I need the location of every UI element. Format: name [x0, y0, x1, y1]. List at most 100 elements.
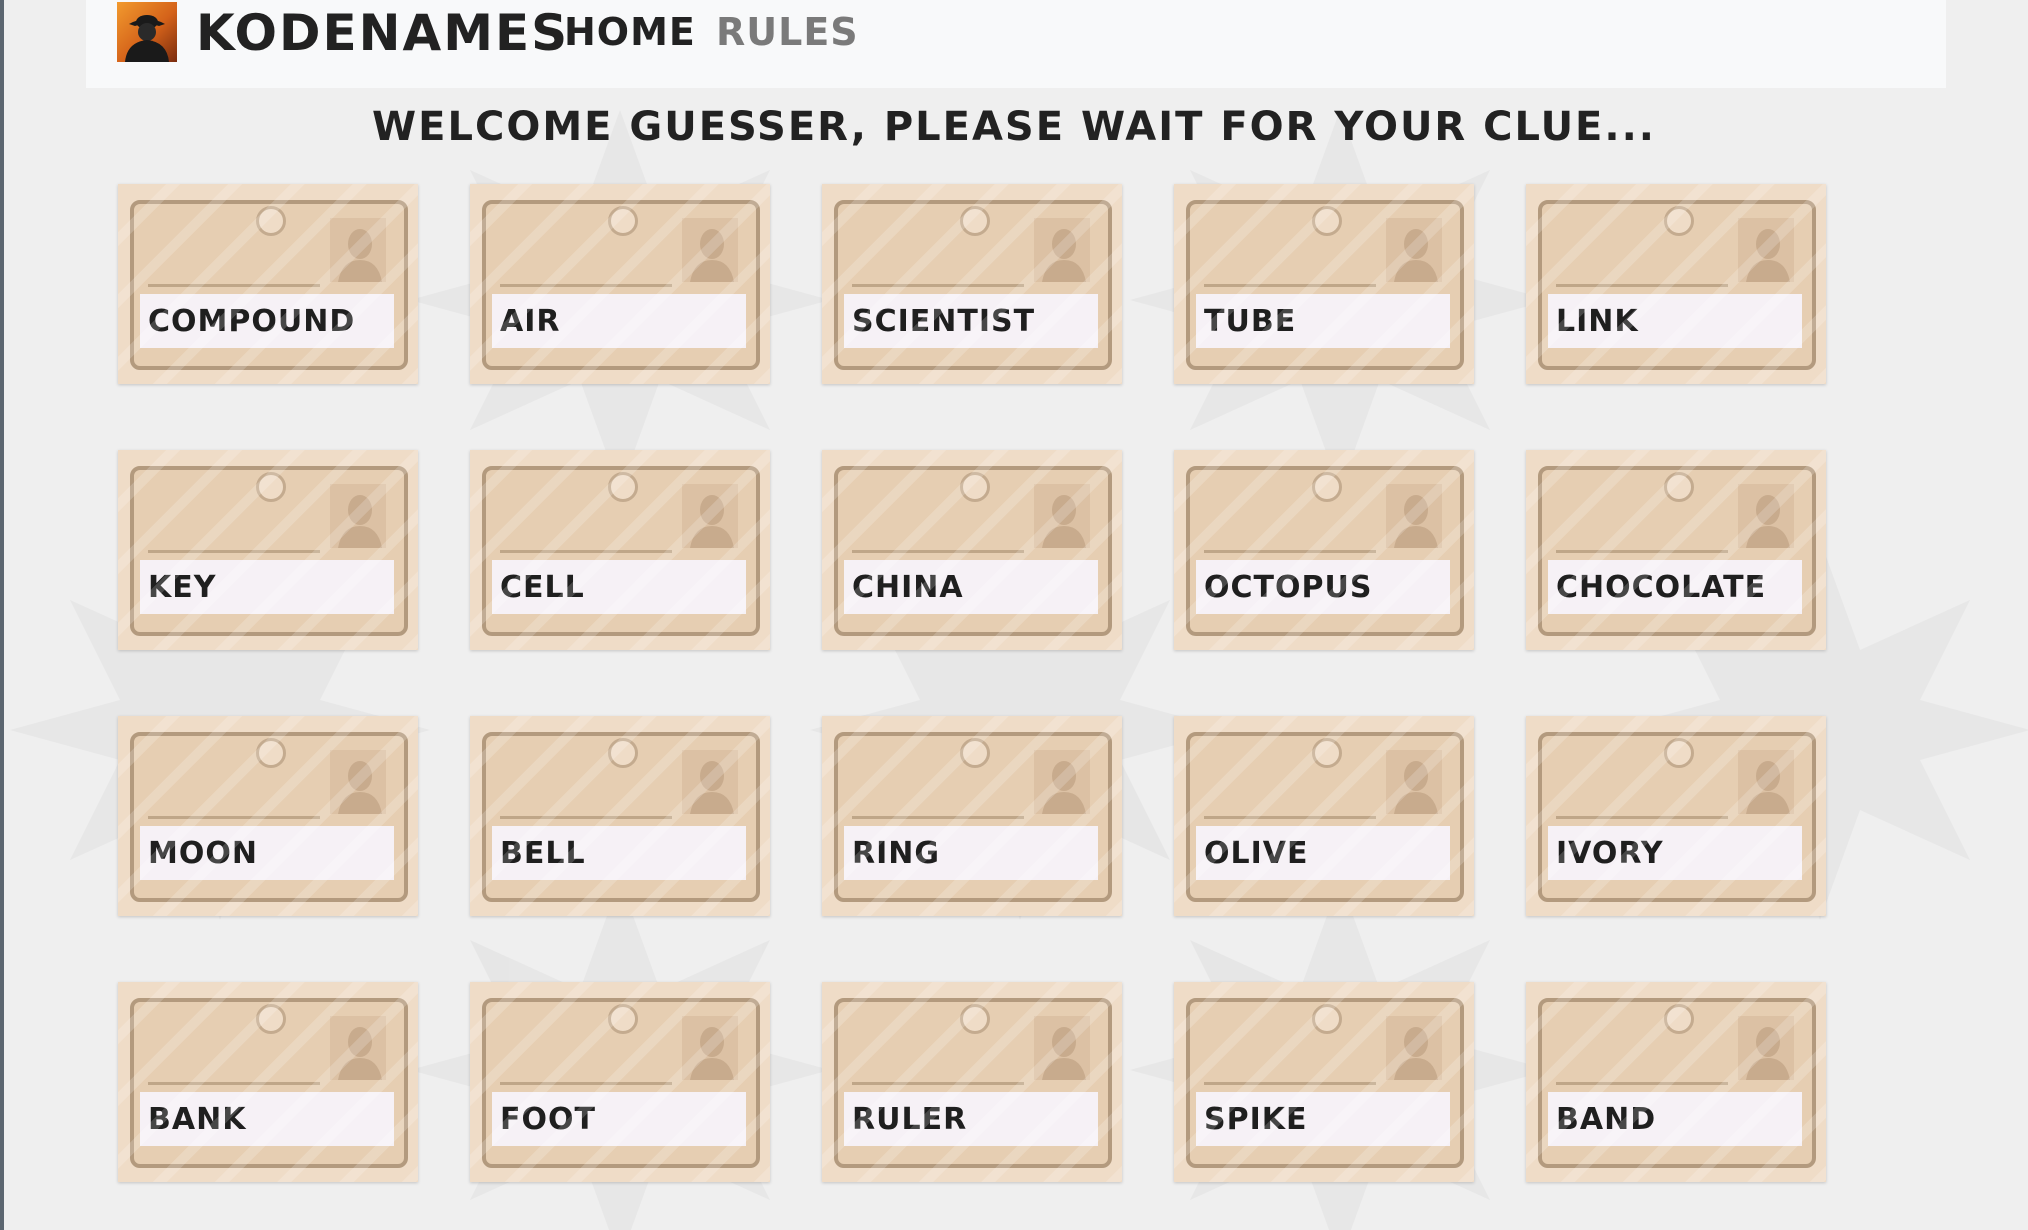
- person-silhouette-icon: [1738, 750, 1794, 814]
- person-silhouette-icon: [330, 484, 386, 548]
- card-hole: [1664, 206, 1694, 236]
- card-hole: [960, 1004, 990, 1034]
- card-signature-line: [1204, 550, 1376, 553]
- card-word: LINK: [1556, 304, 1639, 339]
- person-silhouette-icon: [1034, 1016, 1090, 1080]
- person-silhouette-icon: [330, 1016, 386, 1080]
- card-signature-line: [1556, 284, 1728, 287]
- person-silhouette-icon: [1386, 1016, 1442, 1080]
- card-word: OLIVE: [1204, 836, 1309, 871]
- card-hole: [608, 1004, 638, 1034]
- person-silhouette-icon: [330, 750, 386, 814]
- card-label: CHINA: [844, 560, 1098, 614]
- card-hole: [1312, 472, 1342, 502]
- card-hole: [960, 206, 990, 236]
- card-signature-line: [852, 550, 1024, 553]
- card-label: FOOT: [492, 1092, 746, 1146]
- word-card[interactable]: SCIENTIST: [822, 184, 1122, 384]
- card-signature-line: [1556, 816, 1728, 819]
- person-silhouette-icon: [1034, 218, 1090, 282]
- word-card[interactable]: KEY: [118, 450, 418, 650]
- card-hole: [256, 1004, 286, 1034]
- card-frame: IVORY: [1538, 732, 1816, 902]
- welcome-message: WELCOME GUESSER, PLEASE WAIT FOR YOUR CL…: [372, 104, 1656, 150]
- card-frame: BELL: [482, 732, 760, 902]
- card-label: KEY: [140, 560, 394, 614]
- card-hole: [608, 738, 638, 768]
- card-signature-line: [148, 816, 320, 819]
- card-hole: [1312, 206, 1342, 236]
- card-hole: [960, 738, 990, 768]
- word-card[interactable]: RULER: [822, 982, 1122, 1182]
- card-hole: [256, 206, 286, 236]
- person-silhouette-icon: [1738, 1016, 1794, 1080]
- nav-home-link[interactable]: HOME: [564, 10, 696, 54]
- card-label: RING: [844, 826, 1098, 880]
- card-word: COMPOUND: [148, 304, 356, 339]
- card-label: CHOCOLATE: [1548, 560, 1802, 614]
- card-signature-line: [500, 550, 672, 553]
- word-card[interactable]: OCTOPUS: [1174, 450, 1474, 650]
- word-card[interactable]: BAND: [1526, 982, 1826, 1182]
- card-word: BELL: [500, 836, 586, 871]
- card-hole: [1312, 1004, 1342, 1034]
- card-signature-line: [1556, 550, 1728, 553]
- card-word: OCTOPUS: [1204, 570, 1373, 605]
- word-card[interactable]: CHOCOLATE: [1526, 450, 1826, 650]
- brand-name[interactable]: KODENAMES: [196, 4, 569, 62]
- word-card[interactable]: AIR: [470, 184, 770, 384]
- person-silhouette-icon: [682, 1016, 738, 1080]
- person-silhouette-icon: [1386, 750, 1442, 814]
- card-word: RULER: [852, 1102, 968, 1137]
- card-label: SCIENTIST: [844, 294, 1098, 348]
- person-silhouette-icon: [1386, 218, 1442, 282]
- word-card[interactable]: CELL: [470, 450, 770, 650]
- card-signature-line: [500, 816, 672, 819]
- card-signature-line: [500, 284, 672, 287]
- card-word: FOOT: [500, 1102, 596, 1137]
- word-card[interactable]: BELL: [470, 716, 770, 916]
- word-card[interactable]: TUBE: [1174, 184, 1474, 384]
- card-hole: [1664, 472, 1694, 502]
- word-card[interactable]: IVORY: [1526, 716, 1826, 916]
- word-card[interactable]: CHINA: [822, 450, 1122, 650]
- person-silhouette-icon: [1034, 750, 1090, 814]
- card-frame: RULER: [834, 998, 1112, 1168]
- card-signature-line: [148, 1082, 320, 1085]
- nav-rules-link[interactable]: RULES: [716, 10, 859, 54]
- card-hole: [960, 472, 990, 502]
- card-word: CELL: [500, 570, 585, 605]
- card-word: BAND: [1556, 1102, 1657, 1137]
- word-card[interactable]: SPIKE: [1174, 982, 1474, 1182]
- card-word: IVORY: [1556, 836, 1664, 871]
- card-label: OLIVE: [1196, 826, 1450, 880]
- spy-logo-icon[interactable]: [117, 2, 177, 62]
- word-card[interactable]: MOON: [118, 716, 418, 916]
- card-hole: [1664, 738, 1694, 768]
- card-word: CHOCOLATE: [1556, 570, 1767, 605]
- card-signature-line: [1204, 816, 1376, 819]
- card-frame: SPIKE: [1186, 998, 1464, 1168]
- card-word: SPIKE: [1204, 1102, 1308, 1137]
- card-frame: FOOT: [482, 998, 760, 1168]
- word-card[interactable]: FOOT: [470, 982, 770, 1182]
- card-frame: CHINA: [834, 466, 1112, 636]
- person-silhouette-icon: [682, 218, 738, 282]
- card-signature-line: [852, 284, 1024, 287]
- card-label: TUBE: [1196, 294, 1450, 348]
- card-word: KEY: [148, 570, 217, 605]
- card-hole: [256, 472, 286, 502]
- card-word: CHINA: [852, 570, 964, 605]
- card-frame: AIR: [482, 200, 760, 370]
- card-signature-line: [500, 1082, 672, 1085]
- card-frame: BAND: [1538, 998, 1816, 1168]
- word-card[interactable]: OLIVE: [1174, 716, 1474, 916]
- word-card[interactable]: LINK: [1526, 184, 1826, 384]
- card-label: CELL: [492, 560, 746, 614]
- card-signature-line: [852, 816, 1024, 819]
- card-hole: [608, 472, 638, 502]
- word-card[interactable]: RING: [822, 716, 1122, 916]
- word-card[interactable]: BANK: [118, 982, 418, 1182]
- word-card[interactable]: COMPOUND: [118, 184, 418, 384]
- person-silhouette-icon: [1738, 218, 1794, 282]
